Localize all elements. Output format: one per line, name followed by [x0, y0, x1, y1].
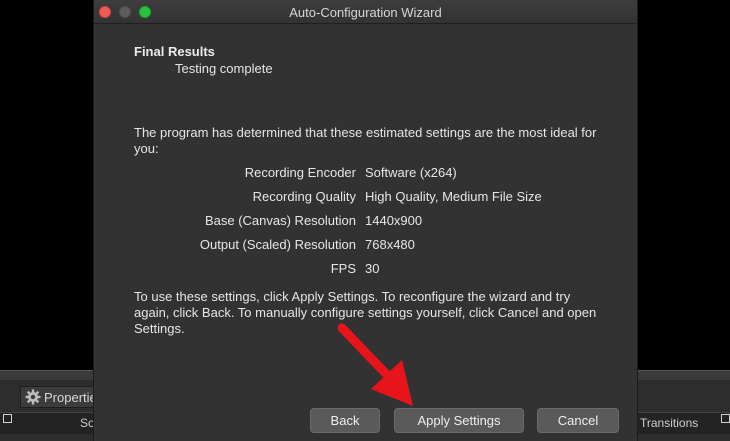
setting-value: 1440x900 [365, 213, 423, 228]
setting-row-base-resolution: Base (Canvas) Resolution 1440x900 [134, 213, 614, 229]
float-dock-icon[interactable] [3, 414, 12, 423]
setting-label: Recording Quality [252, 189, 356, 204]
cancel-button[interactable]: Cancel [537, 408, 619, 433]
page-heading: Final Results [134, 44, 215, 59]
setting-value: Software (x264) [365, 165, 457, 180]
back-button[interactable]: Back [310, 408, 380, 433]
setting-label: FPS [330, 261, 356, 276]
annotation-arrow [337, 323, 413, 406]
setting-row-recording-quality: Recording Quality High Quality, Medium F… [134, 189, 614, 205]
setting-value: High Quality, Medium File Size [365, 189, 542, 204]
setting-label: Base (Canvas) Resolution [204, 213, 356, 228]
title-bar: Auto-Configuration Wizard [94, 0, 637, 24]
page-subheading: Testing complete [175, 61, 273, 76]
properties-button[interactable]: Properties [20, 386, 94, 408]
setting-label: Recording Encoder [244, 165, 356, 180]
setting-value: 768x480 [365, 237, 415, 252]
properties-label: Properties [44, 389, 93, 405]
float-dock-icon[interactable] [721, 414, 730, 423]
setting-row-output-resolution: Output (Scaled) Resolution 768x480 [134, 237, 614, 253]
setting-row-recording-encoder: Recording Encoder Software (x264) [134, 165, 614, 181]
gear-icon [25, 389, 41, 405]
setting-label: Output (Scaled) Resolution [199, 237, 356, 252]
window-title: Auto-Configuration Wizard [289, 5, 442, 20]
transitions-dock-label: Transitions [640, 416, 699, 430]
intro-text: The program has determined that these es… [134, 125, 597, 156]
setting-value: 30 [365, 261, 380, 276]
setting-row-fps: FPS 30 [134, 261, 614, 277]
apply-settings-button[interactable]: Apply Settings [394, 408, 524, 433]
